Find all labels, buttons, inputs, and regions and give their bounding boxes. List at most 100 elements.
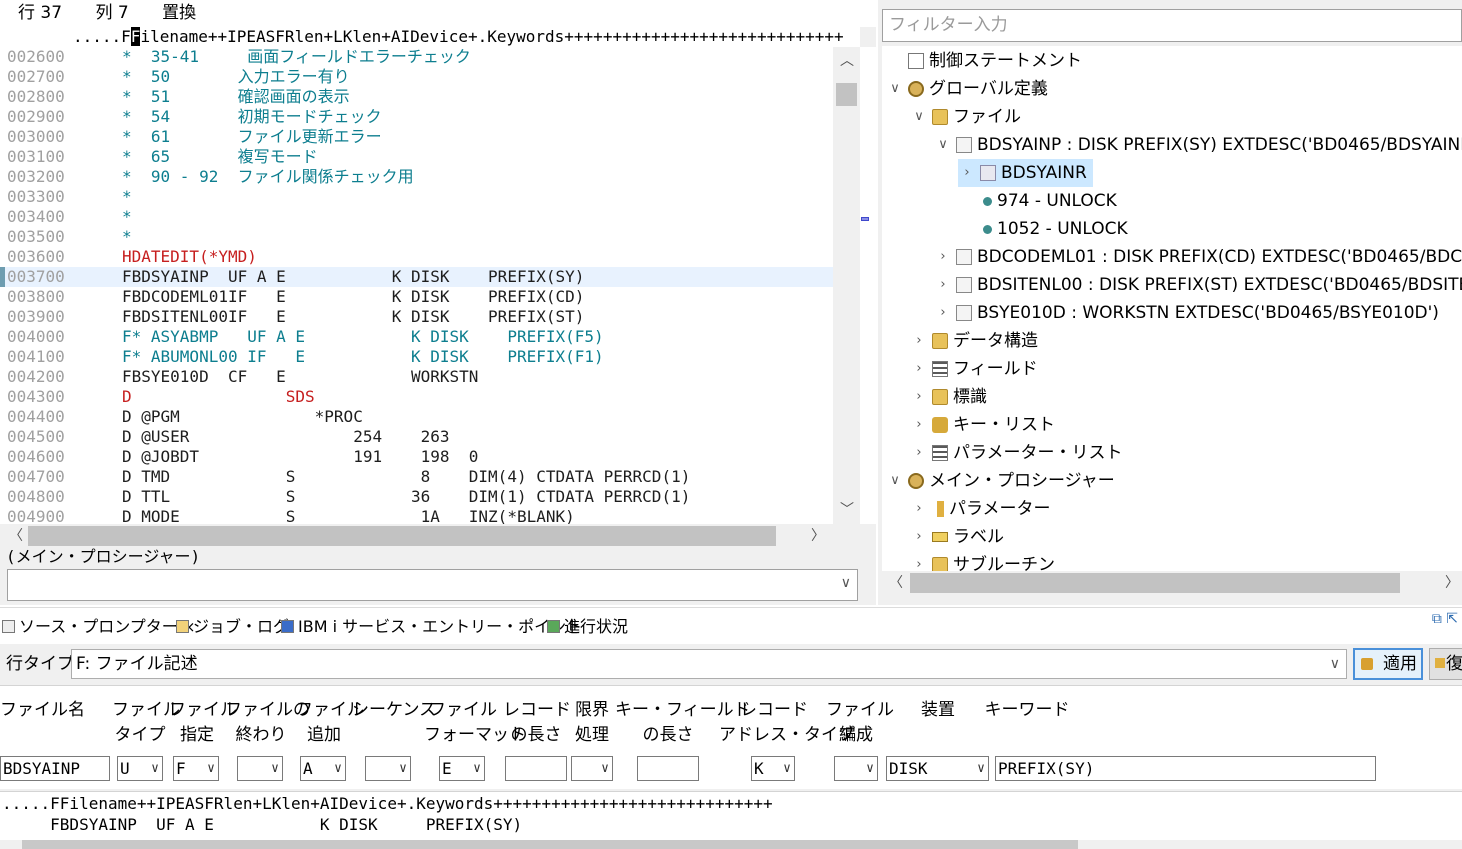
overview-marker[interactable] [861, 217, 869, 221]
device-select[interactable]: DISK ∨ [886, 756, 989, 781]
chevron-down-icon[interactable]: ∨ [1330, 650, 1340, 678]
code-line[interactable]: 003400 * [0, 207, 833, 227]
tree-item[interactable]: › データ構造 [910, 327, 1038, 355]
chevron-down-icon[interactable]: ∨ [271, 757, 279, 780]
code-line[interactable]: 004900 D MODE S 1A INZ(*BLANK) [0, 507, 833, 524]
outline-horizontal-scrollbar[interactable]: 〈 〉 [882, 571, 1462, 595]
code-line[interactable]: 004200 FBSYE010D CF E WORKSTN [0, 367, 833, 387]
code-line[interactable]: 003000 * 61 ファイル更新エラー [0, 127, 833, 147]
file-format-select[interactable]: E ∨ [439, 756, 485, 781]
overview-ruler[interactable] [860, 47, 876, 524]
collapse-icon[interactable]: › [910, 383, 928, 411]
chevron-down-icon[interactable]: ∨ [866, 757, 874, 780]
scroll-right-icon[interactable]: 〉 [1442, 573, 1462, 593]
scroll-right-icon[interactable]: 〉 [808, 526, 828, 546]
editor-vertical-scrollbar[interactable]: ︿ ﹀ [833, 47, 860, 524]
chevron-down-icon[interactable]: ∨ [601, 757, 609, 780]
code-line[interactable]: 002800 * 51 確認画面の表示 [0, 87, 833, 107]
tree-item[interactable]: › BDSITENL00 : DISK PREFIX(ST) EXTDESC('B… [934, 271, 1462, 299]
tab-progress[interactable]: 進行状況 [547, 608, 628, 645]
scroll-left-icon[interactable]: 〈 [6, 526, 26, 546]
record-address-type-select[interactable]: K ∨ [751, 756, 795, 781]
preview-horizontal-scrollbar[interactable] [0, 840, 1462, 849]
collapse-icon[interactable]: › [910, 495, 928, 523]
key-length-input[interactable] [637, 756, 699, 781]
tree-item[interactable]: ∨ BDSYAINP : DISK PREFIX(SY) EXTDESC('BD0… [934, 131, 1462, 159]
code-line[interactable]: 003500 * [0, 227, 833, 247]
record-length-input[interactable] [505, 756, 567, 781]
code-line[interactable]: 003200 * 90 - 92 ファイル関係チェック用 [0, 167, 833, 187]
tree-item[interactable]: › BDCODEML01 : DISK PREFIX(CD) EXTDESC('B… [934, 243, 1462, 271]
limits-processing-select[interactable]: ∨ [571, 756, 613, 781]
scroll-up-icon[interactable]: ︿ [837, 51, 857, 71]
code-line[interactable]: 003600 HDATEDIT(*YMD) [0, 247, 833, 267]
collapse-icon[interactable]: › [910, 523, 928, 551]
tree-item[interactable]: › ラベル [910, 523, 1004, 551]
apply-button[interactable]: 適用 [1353, 648, 1423, 680]
expand-icon[interactable]: ∨ [886, 467, 904, 495]
chevron-down-icon[interactable]: ∨ [841, 575, 851, 591]
tree-item[interactable]: › サブルーチン [910, 551, 1055, 571]
code-line[interactable]: 004500 D @USER 254 263 [0, 427, 833, 447]
chevron-down-icon[interactable]: ∨ [977, 757, 985, 780]
code-line[interactable]: 004800 D TTL S 36 DIM(1) CTDATA PERRCD(1) [0, 487, 833, 507]
file-designation-select[interactable]: F ∨ [173, 756, 219, 781]
context-select[interactable]: ∨ [7, 569, 858, 601]
scrollbar-thumb[interactable] [28, 526, 776, 546]
code-area[interactable]: 002600 * 35-41 画面フィールドエラーチェック 002700 * 50 入… [0, 47, 833, 524]
tab-job-log[interactable]: ジョブ・ログ [176, 608, 289, 645]
expand-icon[interactable]: ∨ [934, 131, 952, 159]
minimize-icon[interactable]: ⧉ [1432, 611, 1442, 627]
tree-item[interactable]: 1052 - UNLOCK [958, 215, 1128, 243]
tree-item[interactable]: › BDSYAINR [958, 159, 1093, 187]
tree-item[interactable]: › フィールド [910, 355, 1037, 383]
expand-icon[interactable]: ∨ [886, 75, 904, 103]
tree-item[interactable]: › パラメーター [910, 495, 1050, 523]
code-line[interactable]: 003800 FBDCODEML01IF E K DISK PREFIX(CD) [0, 287, 833, 307]
code-line[interactable]: 002700 * 50 入力エラー有り [0, 67, 833, 87]
tree-item[interactable]: ∨ メイン・プロシージャー [886, 467, 1115, 495]
tree-item[interactable]: 974 - UNLOCK [958, 187, 1117, 215]
maximize-icon[interactable]: ⇱ [1446, 611, 1458, 627]
editor-horizontal-scrollbar[interactable]: 〈 〉 [0, 524, 833, 548]
tree-item[interactable]: › 標識 [910, 383, 987, 411]
scrollbar-thumb[interactable] [910, 573, 1400, 593]
filter-input[interactable]: フィルター入力 [882, 9, 1462, 42]
collapse-icon[interactable]: › [910, 327, 928, 355]
chevron-down-icon[interactable]: ∨ [783, 757, 791, 780]
tab-source-prompter[interactable]: ソース・プロンプター × [0, 608, 195, 645]
file-organization-select[interactable]: ∨ [834, 756, 878, 781]
file-type-select[interactable]: U ∨ [117, 756, 163, 781]
collapse-icon[interactable]: › [910, 439, 928, 467]
sequence-select[interactable]: ∨ [365, 756, 411, 781]
code-line[interactable]: 003300 * [0, 187, 833, 207]
keywords-input[interactable]: PREFIX(SY) [995, 756, 1376, 781]
row-type-select[interactable]: F: ファイル記述 ∨ [71, 649, 1347, 679]
file-name-input[interactable]: BDSYAINP [0, 756, 110, 781]
scroll-down-icon[interactable]: ﹀ [837, 500, 857, 520]
code-line[interactable]: 003700 FBDSYAINP UF A E K DISK PREFIX(SY) [0, 267, 833, 287]
code-line[interactable]: 002900 * 54 初期モードチェック [0, 107, 833, 127]
chevron-down-icon[interactable]: ∨ [399, 757, 407, 780]
collapse-icon[interactable]: › [934, 243, 952, 271]
end-of-file-select[interactable]: ∨ [237, 756, 283, 781]
back-button[interactable]: 復 [1429, 648, 1462, 680]
tree-item[interactable]: › パラメーター・リスト [910, 439, 1122, 467]
chevron-down-icon[interactable]: ∨ [151, 757, 159, 780]
code-line[interactable]: 004400 D @PGM *PROC [0, 407, 833, 427]
chevron-down-icon[interactable]: ∨ [473, 757, 481, 780]
scrollbar-thumb[interactable] [836, 83, 857, 106]
scrollbar-thumb[interactable] [22, 840, 1078, 849]
collapse-icon[interactable]: › [934, 271, 952, 299]
expand-icon[interactable]: ∨ [910, 103, 928, 131]
code-line[interactable]: 004300 D SDS [0, 387, 833, 407]
tree-item[interactable]: 制御ステートメント [886, 47, 1082, 75]
code-line[interactable]: 004000 F* ASYABMP UF A E K DISK PREFIX(F5… [0, 327, 833, 347]
scroll-left-icon[interactable]: 〈 [886, 573, 906, 593]
tab-service-entry-points[interactable]: IBM i サービス・エントリー・ポイント [281, 608, 582, 645]
tree-item[interactable]: › キー・リスト [910, 411, 1055, 439]
code-line[interactable]: 003100 * 65 複写モード [0, 147, 833, 167]
code-line[interactable]: 002600 * 35-41 画面フィールドエラーチェック [0, 47, 833, 67]
code-line[interactable]: 004600 D @JOBDT 191 198 0 [0, 447, 833, 467]
tree-item[interactable]: › BSYE010D : WORKSTN EXTDESC('BD0465/BSYE… [934, 299, 1439, 327]
